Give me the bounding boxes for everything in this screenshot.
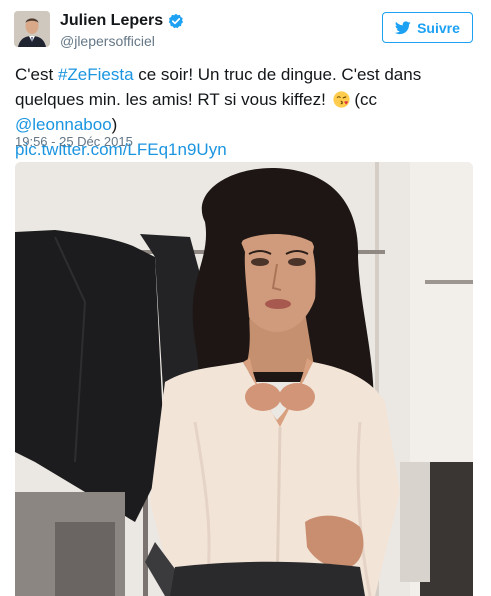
photo-image (15, 162, 473, 596)
author-name-row: Julien Lepers (60, 12, 184, 30)
tweet-card: Julien Lepers @jlepersofficiel Suivre C'… (0, 0, 491, 596)
tweet-photo[interactable] (15, 162, 473, 596)
author-display-name[interactable]: Julien Lepers (60, 12, 163, 30)
follow-button-label: Suivre (417, 19, 460, 36)
tweet-text-part: ) (111, 115, 118, 134)
author-avatar[interactable] (14, 11, 50, 47)
hashtag-link[interactable]: #ZeFiesta (58, 65, 134, 84)
follow-button[interactable]: Suivre (382, 12, 473, 43)
tweet-timestamp[interactable]: 19:56 - 25 Déc 2015 (15, 134, 133, 149)
face-throwing-kiss-emoji-icon (333, 90, 350, 108)
tweet-text-part: (cc (349, 90, 377, 109)
avatar-image (14, 11, 50, 47)
mention-link[interactable]: @leonnaboo (15, 115, 112, 134)
tweet-text-part: C'est (15, 65, 58, 84)
verified-badge-icon (168, 13, 184, 29)
author-handle[interactable]: @jlepersofficiel (60, 33, 155, 49)
twitter-bird-icon (395, 20, 411, 34)
